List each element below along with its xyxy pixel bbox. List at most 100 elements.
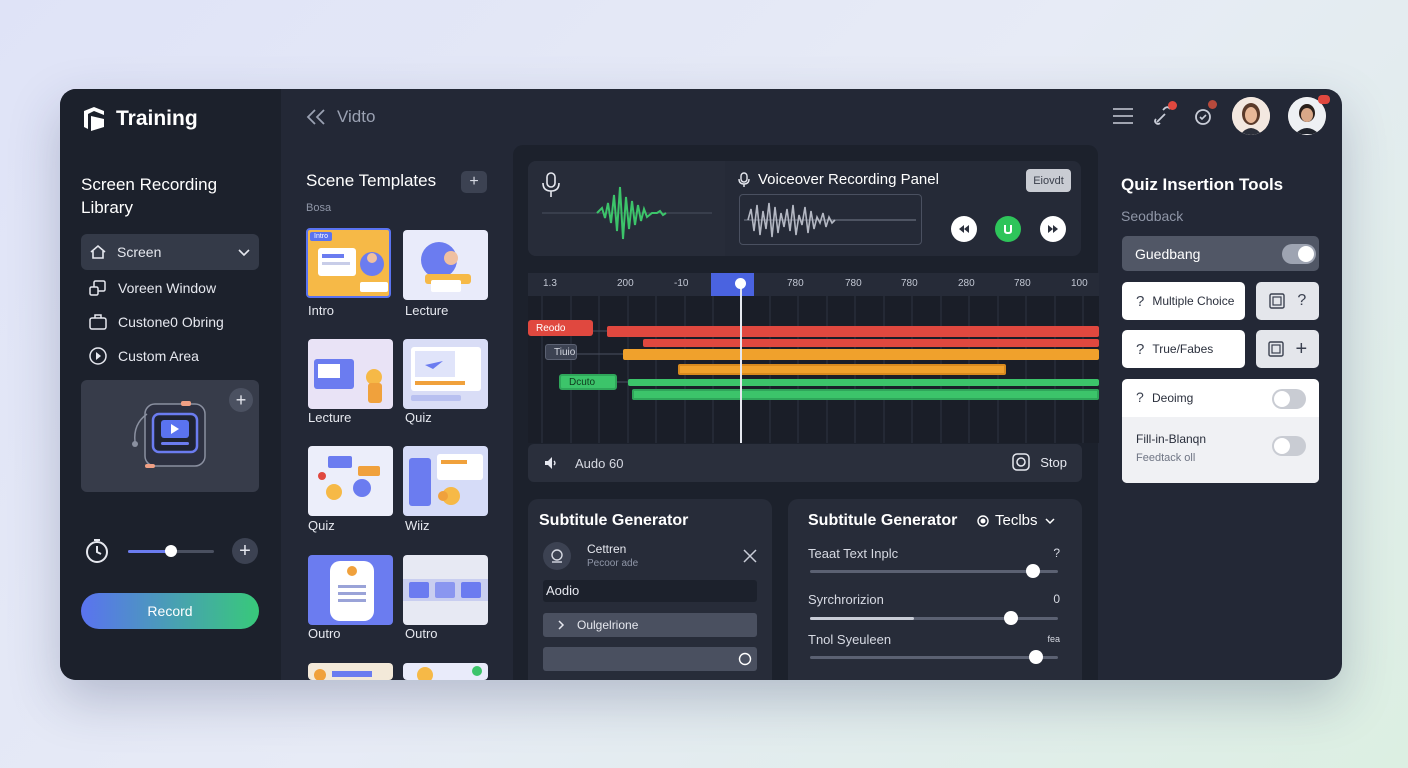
template-thumb-quiz[interactable]	[403, 339, 488, 409]
feedback-toggle-label: Guedbang	[1135, 246, 1201, 262]
source-select[interactable]: Screen	[81, 234, 259, 270]
tech-selector-label: Teclbs	[995, 512, 1038, 529]
track-label[interactable]: Reodo	[528, 320, 593, 336]
voiceover-title: Voiceover Recording Panel	[738, 171, 939, 188]
record-button[interactable]: Record	[81, 593, 259, 629]
tick-label: -10	[674, 278, 689, 289]
add-icon[interactable]: +	[1296, 338, 1308, 361]
add-timer-button[interactable]: +	[232, 538, 258, 564]
fast-forward-button[interactable]	[1040, 216, 1066, 242]
feedback-toggle[interactable]	[1282, 244, 1316, 264]
fill-in-blank-row[interactable]: Fill-in-Blanqn Feedtack oll	[1122, 417, 1319, 483]
subtitle-generator-right: Subtitule Generator Teclbs Teaat Text In…	[788, 499, 1082, 680]
output-dropdown[interactable]: Oulgelrione	[543, 613, 757, 637]
slider-value: fea	[1047, 634, 1060, 644]
notification-dot	[1318, 95, 1330, 104]
link-button[interactable]	[1152, 101, 1177, 127]
slider-track[interactable]	[810, 656, 1058, 659]
top-right-actions	[1112, 95, 1330, 135]
template-thumb-more[interactable]	[308, 663, 393, 680]
true-false-label: True/Fabes	[1152, 342, 1214, 356]
waveform-green	[542, 186, 712, 240]
track-bar-red[interactable]	[643, 339, 1099, 347]
menu-icon[interactable]	[1112, 106, 1134, 126]
template-thumb-more-2[interactable]	[403, 663, 488, 680]
template-thumb-intro[interactable]: Intro	[306, 228, 391, 298]
track-bar-orange[interactable]	[623, 349, 1099, 360]
slider-track[interactable]	[810, 570, 1058, 573]
track-bar-green[interactable]	[632, 389, 1099, 400]
stop-icon	[1012, 453, 1030, 471]
chevron-down-icon	[238, 249, 250, 257]
slider-row: Teaat Text Inplc ?	[788, 544, 1082, 578]
briefcase-icon	[89, 314, 107, 330]
stop-button[interactable]: Stop	[1012, 453, 1067, 471]
avatar[interactable]	[1232, 97, 1270, 135]
close-icon[interactable]	[742, 548, 758, 564]
tech-selector[interactable]: Teclbs	[977, 512, 1056, 529]
question-icon: ?	[1136, 292, 1145, 310]
breadcrumb[interactable]: Vidto	[305, 107, 375, 127]
track-label[interactable]: Dcuto	[559, 374, 617, 390]
frame-icon[interactable]	[1268, 341, 1284, 357]
template-badge: Intro	[310, 232, 333, 241]
timer-slider[interactable]	[128, 545, 214, 557]
track-bar-green[interactable]	[628, 379, 1099, 386]
add-template-button[interactable]: +	[461, 171, 487, 193]
subtitle-item[interactable]: Cettren Pecoor ade	[543, 539, 758, 573]
template-thumb-outro[interactable]	[308, 555, 393, 625]
slider-knob[interactable]	[1003, 611, 1018, 625]
subtitle-input[interactable]	[543, 647, 757, 671]
brand: Training	[80, 105, 198, 133]
source-item-custom[interactable]: Custone0 Obring	[88, 312, 224, 332]
tick-label: 280	[958, 278, 975, 289]
avatar[interactable]	[1288, 95, 1330, 135]
add-source-button[interactable]: +	[229, 388, 253, 412]
playhead-marker[interactable]	[711, 273, 754, 296]
slider-knob[interactable]	[1028, 650, 1043, 664]
source-item-custom-area[interactable]: Custom Area	[88, 346, 199, 366]
template-illustration	[417, 666, 482, 680]
template-thumb-lecture[interactable]	[403, 230, 488, 300]
slider-label: Syrchrorizion	[808, 592, 884, 607]
slider-row: Tnol Syeuleen fea	[788, 630, 1082, 664]
frame-icon[interactable]	[1268, 293, 1285, 309]
tick-label: 200	[617, 278, 634, 289]
fill-toggle[interactable]	[1272, 436, 1306, 456]
notification-dot	[1168, 101, 1177, 110]
multiple-choice-label: Multiple Choice	[1152, 294, 1235, 308]
deoing-toggle[interactable]	[1272, 389, 1306, 409]
pause-button[interactable]	[995, 216, 1021, 242]
track-bar-orange[interactable]	[678, 364, 1006, 375]
track-label[interactable]: Tiuio	[545, 344, 577, 360]
multiple-choice-button[interactable]: ? Multiple Choice	[1122, 282, 1245, 320]
slider-knob[interactable]	[1026, 564, 1041, 578]
voiceover-title-text: Voiceover Recording Panel	[758, 171, 939, 188]
playhead-line[interactable]	[740, 282, 742, 443]
help-icon[interactable]: ?	[1297, 292, 1306, 310]
voiceover-waveform[interactable]	[739, 194, 922, 245]
source-item-window[interactable]: Voreen Window	[88, 278, 216, 298]
timeline[interactable]: 1.3 200 -10 780 780 780 280 780 100 Reod…	[528, 273, 1099, 443]
template-label: Intro	[308, 303, 335, 318]
true-false-button[interactable]: ? True/Fabes	[1122, 330, 1245, 368]
template-thumb-quiz-3[interactable]	[403, 446, 488, 516]
deoing-row[interactable]: ? Deoimg	[1122, 379, 1319, 417]
speaker-icon[interactable]	[543, 455, 559, 471]
playhead-knob[interactable]	[735, 278, 746, 289]
audio-track-bar: Audo 60 Stop	[528, 444, 1082, 482]
feedback-toggle-row[interactable]: Guedbang	[1122, 236, 1319, 271]
template-thumb-quiz-2[interactable]	[308, 446, 393, 516]
rewind-button[interactable]	[951, 216, 977, 242]
audio-field[interactable]: Aodio	[543, 580, 757, 602]
track-bar-red[interactable]	[607, 326, 1099, 337]
breadcrumb-label: Vidto	[337, 107, 376, 126]
template-thumb-outro-2[interactable]	[403, 555, 488, 625]
subtitle-item-sub: Pecoor ade	[587, 558, 639, 569]
sidebar: Training Screen Recording Library Screen…	[60, 89, 281, 680]
voiceover-tag-button[interactable]: Eiovdt	[1026, 169, 1071, 192]
multiple-choice-actions: ?	[1256, 282, 1319, 320]
sync-button[interactable]	[1192, 100, 1217, 127]
timer-slider-knob[interactable]	[165, 545, 177, 557]
template-thumb-lecture-2[interactable]	[308, 339, 393, 409]
